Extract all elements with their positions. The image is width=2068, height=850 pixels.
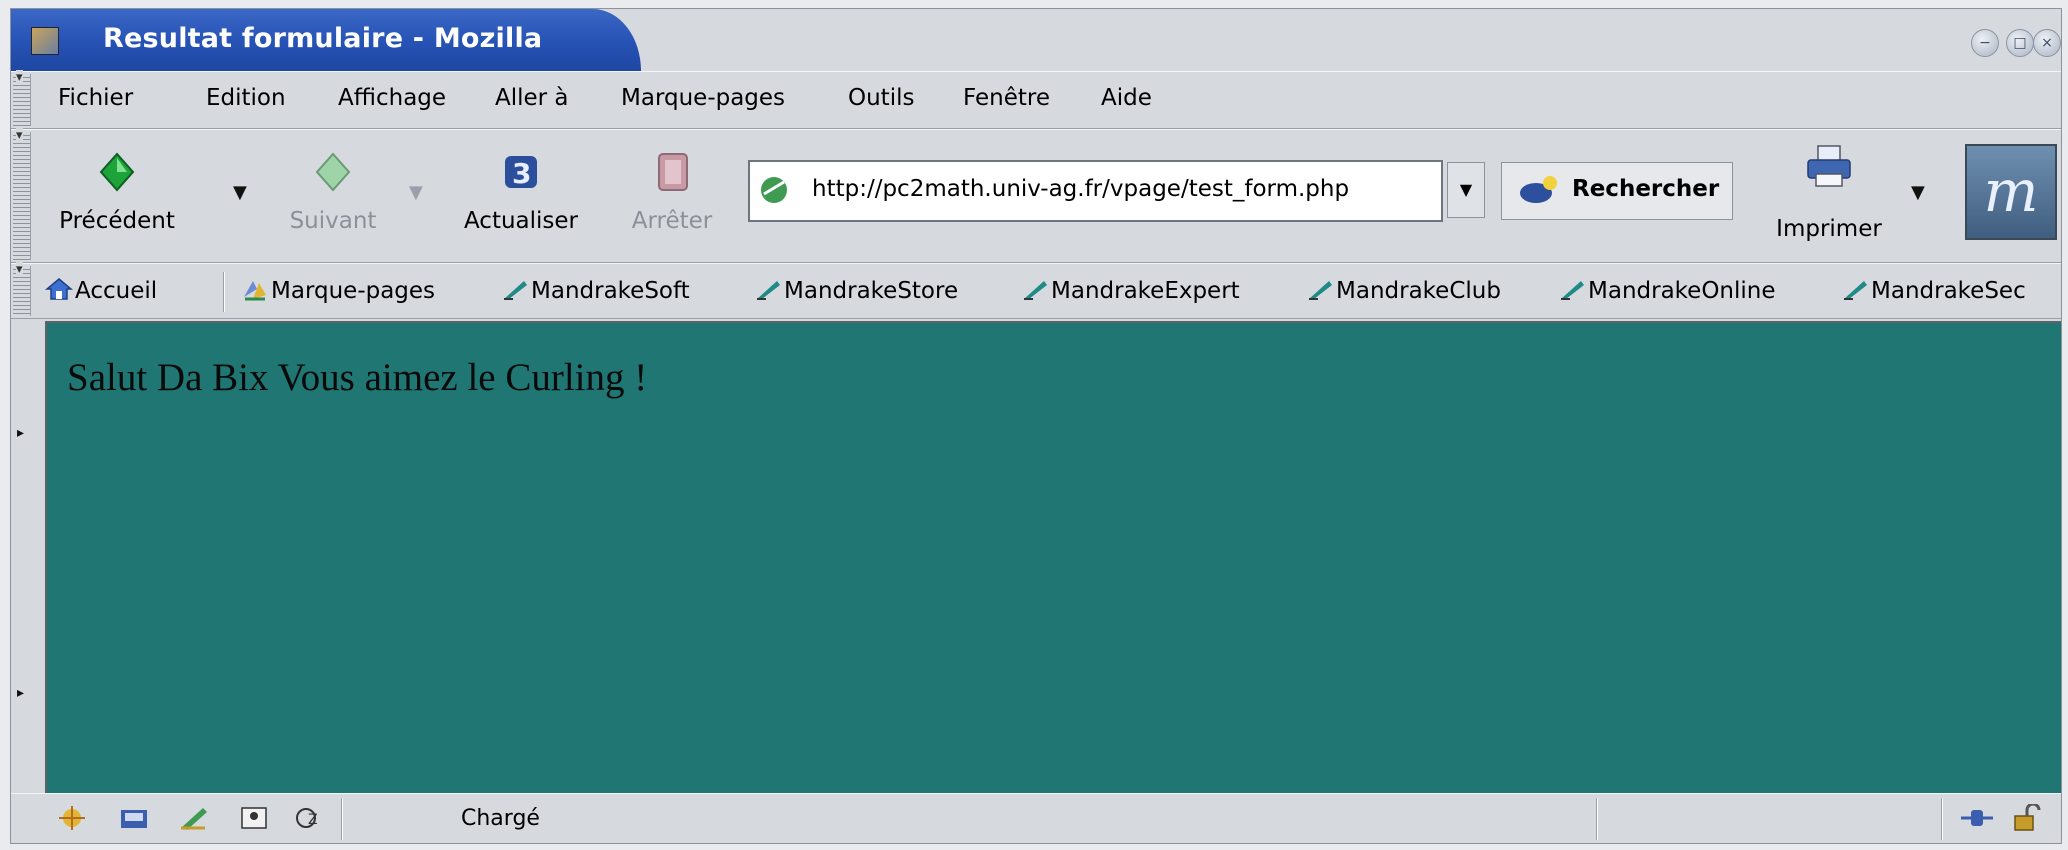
status-separator xyxy=(1596,798,1598,840)
bookmark-label: MandrakeOnline xyxy=(1588,278,1776,304)
back-arrow-icon xyxy=(99,152,135,192)
print-options-dropdown[interactable]: ▼ xyxy=(1911,182,1925,203)
close-button[interactable]: × xyxy=(2033,29,2061,57)
bookmarks-toolbar-grip[interactable] xyxy=(13,262,31,316)
nav-toolbar-grip[interactable] xyxy=(13,128,31,260)
forward-history-dropdown[interactable]: ▼ xyxy=(409,182,423,203)
bookmark-link-icon xyxy=(1024,281,1047,300)
status-bar: Z Chargé xyxy=(11,793,2061,843)
bookmark-label: MandrakeSec xyxy=(1871,278,2026,304)
bookmark-link-icon xyxy=(1561,281,1584,300)
page-message: Salut Da Bix Vous aimez le Curling ! xyxy=(67,356,648,399)
bookmark-menu[interactable]: Marque-pages xyxy=(241,277,435,304)
title-bar: Resultat formulaire - Mozilla − □ × xyxy=(11,9,2061,71)
menu-outils[interactable]: Outils xyxy=(848,85,914,111)
chatzilla-icon[interactable]: Z xyxy=(293,804,327,832)
home-label: Accueil xyxy=(75,278,158,304)
bookmark-home[interactable]: Accueil xyxy=(45,277,157,304)
browser-window: Resultat formulaire - Mozilla − □ × Fich… xyxy=(10,8,2062,844)
back-label: Précédent xyxy=(59,208,175,234)
status-separator xyxy=(1941,798,1943,840)
forward-arrow-icon xyxy=(315,152,351,192)
menu-fenetre[interactable]: Fenêtre xyxy=(963,85,1050,111)
composer-icon[interactable] xyxy=(177,804,211,832)
stop-icon xyxy=(658,153,688,191)
menu-bar: Fichier Edition Affichage Aller à Marque… xyxy=(11,70,2061,129)
stop-button[interactable]: Arrêter xyxy=(617,140,727,250)
sidebar-splitter[interactable]: ▸ ▸ xyxy=(11,321,45,795)
printer-icon xyxy=(1807,145,1851,187)
bookmark-link-icon xyxy=(504,281,527,300)
status-separator xyxy=(341,798,343,840)
navigation-toolbar: Précédent ▼ Suivant ▼ 3 Actualiser Arrêt… xyxy=(11,128,2061,263)
sidebar-expand-arrow-icon[interactable]: ▸ xyxy=(17,685,24,701)
bookmark-label: MandrakeClub xyxy=(1336,278,1501,304)
menu-bar-grip[interactable] xyxy=(13,70,31,126)
bookmarks-toolbar: Accueil Marque-pages MandrakeSoft Mandra… xyxy=(11,262,2061,319)
back-history-dropdown[interactable]: ▼ xyxy=(233,182,247,203)
maximize-button[interactable]: □ xyxy=(2006,29,2034,57)
mail-icon[interactable] xyxy=(117,804,151,832)
bookmark-link-icon xyxy=(1309,281,1332,300)
bookmark-label: MandrakeStore xyxy=(784,278,959,304)
stop-label: Arrêter xyxy=(631,208,713,234)
search-icon xyxy=(1520,176,1557,203)
bookmark-link-icon xyxy=(1844,281,1867,300)
security-lock-icon[interactable] xyxy=(2007,804,2043,832)
url-history-dropdown[interactable]: ▼ xyxy=(1447,162,1485,218)
bookmark-label: MandrakeSoft xyxy=(531,278,690,304)
bookmarks-menu-label: Marque-pages xyxy=(271,278,436,304)
menu-affichage[interactable]: Affichage xyxy=(338,85,446,111)
bookmark-folder-icon xyxy=(244,281,266,301)
sidebar-expand-arrow-icon[interactable]: ▸ xyxy=(17,425,24,441)
menu-fichier[interactable]: Fichier xyxy=(58,85,133,111)
bookmark-item[interactable]: MandrakeStore xyxy=(754,277,958,304)
url-input[interactable]: http://pc2math.univ-ag.fr/vpage/test_for… xyxy=(812,176,1349,202)
search-button[interactable]: Rechercher xyxy=(1501,162,1733,220)
svg-text:Z: Z xyxy=(308,812,318,828)
url-bar[interactable]: http://pc2math.univ-ag.fr/vpage/test_for… xyxy=(748,160,1443,222)
menu-edition[interactable]: Edition xyxy=(206,85,286,111)
menu-aller-a[interactable]: Aller à xyxy=(495,85,569,111)
bookmark-item[interactable]: MandrakeClub xyxy=(1306,277,1501,304)
print-button[interactable]: Imprimer xyxy=(1759,144,1899,244)
forward-button[interactable]: Suivant xyxy=(273,140,393,250)
search-label: Rechercher xyxy=(1572,176,1720,202)
reload-label: Actualiser xyxy=(463,208,579,234)
bookmark-item[interactable]: MandrakeSec xyxy=(1841,277,2026,304)
minimize-button[interactable]: − xyxy=(1971,29,1999,57)
reload-button[interactable]: 3 Actualiser xyxy=(451,140,591,250)
back-button[interactable]: Précédent xyxy=(51,140,183,250)
reload-icon: 3 xyxy=(505,156,537,190)
mandrake-logo-icon[interactable]: m xyxy=(1965,144,2057,240)
forward-label: Suivant xyxy=(289,208,377,234)
page-site-icon[interactable] xyxy=(758,174,790,206)
menu-aide[interactable]: Aide xyxy=(1101,85,1152,111)
online-status-icon[interactable] xyxy=(1959,804,1995,832)
window-title: Resultat formulaire - Mozilla xyxy=(103,23,543,54)
bookmark-item[interactable]: MandrakeOnline xyxy=(1558,277,1776,304)
svg-text:3: 3 xyxy=(512,157,531,190)
bookmark-item[interactable]: MandrakeExpert xyxy=(1021,277,1240,304)
print-label: Imprimer xyxy=(1776,216,1882,242)
status-text: Chargé xyxy=(461,806,540,831)
navigator-icon[interactable] xyxy=(55,804,89,832)
address-book-icon[interactable] xyxy=(237,804,271,832)
bookmark-item[interactable]: MandrakeSoft xyxy=(501,277,690,304)
window-app-icon[interactable] xyxy=(31,27,59,55)
home-icon xyxy=(45,278,73,300)
title-tab: Resultat formulaire - Mozilla xyxy=(11,9,641,71)
bookmark-label: MandrakeExpert xyxy=(1051,278,1240,304)
menu-marque-pages[interactable]: Marque-pages xyxy=(621,85,785,111)
bookmarks-separator xyxy=(223,272,225,312)
page-content: Salut Da Bix Vous aimez le Curling ! xyxy=(45,321,2061,795)
bookmark-link-icon xyxy=(757,281,780,300)
